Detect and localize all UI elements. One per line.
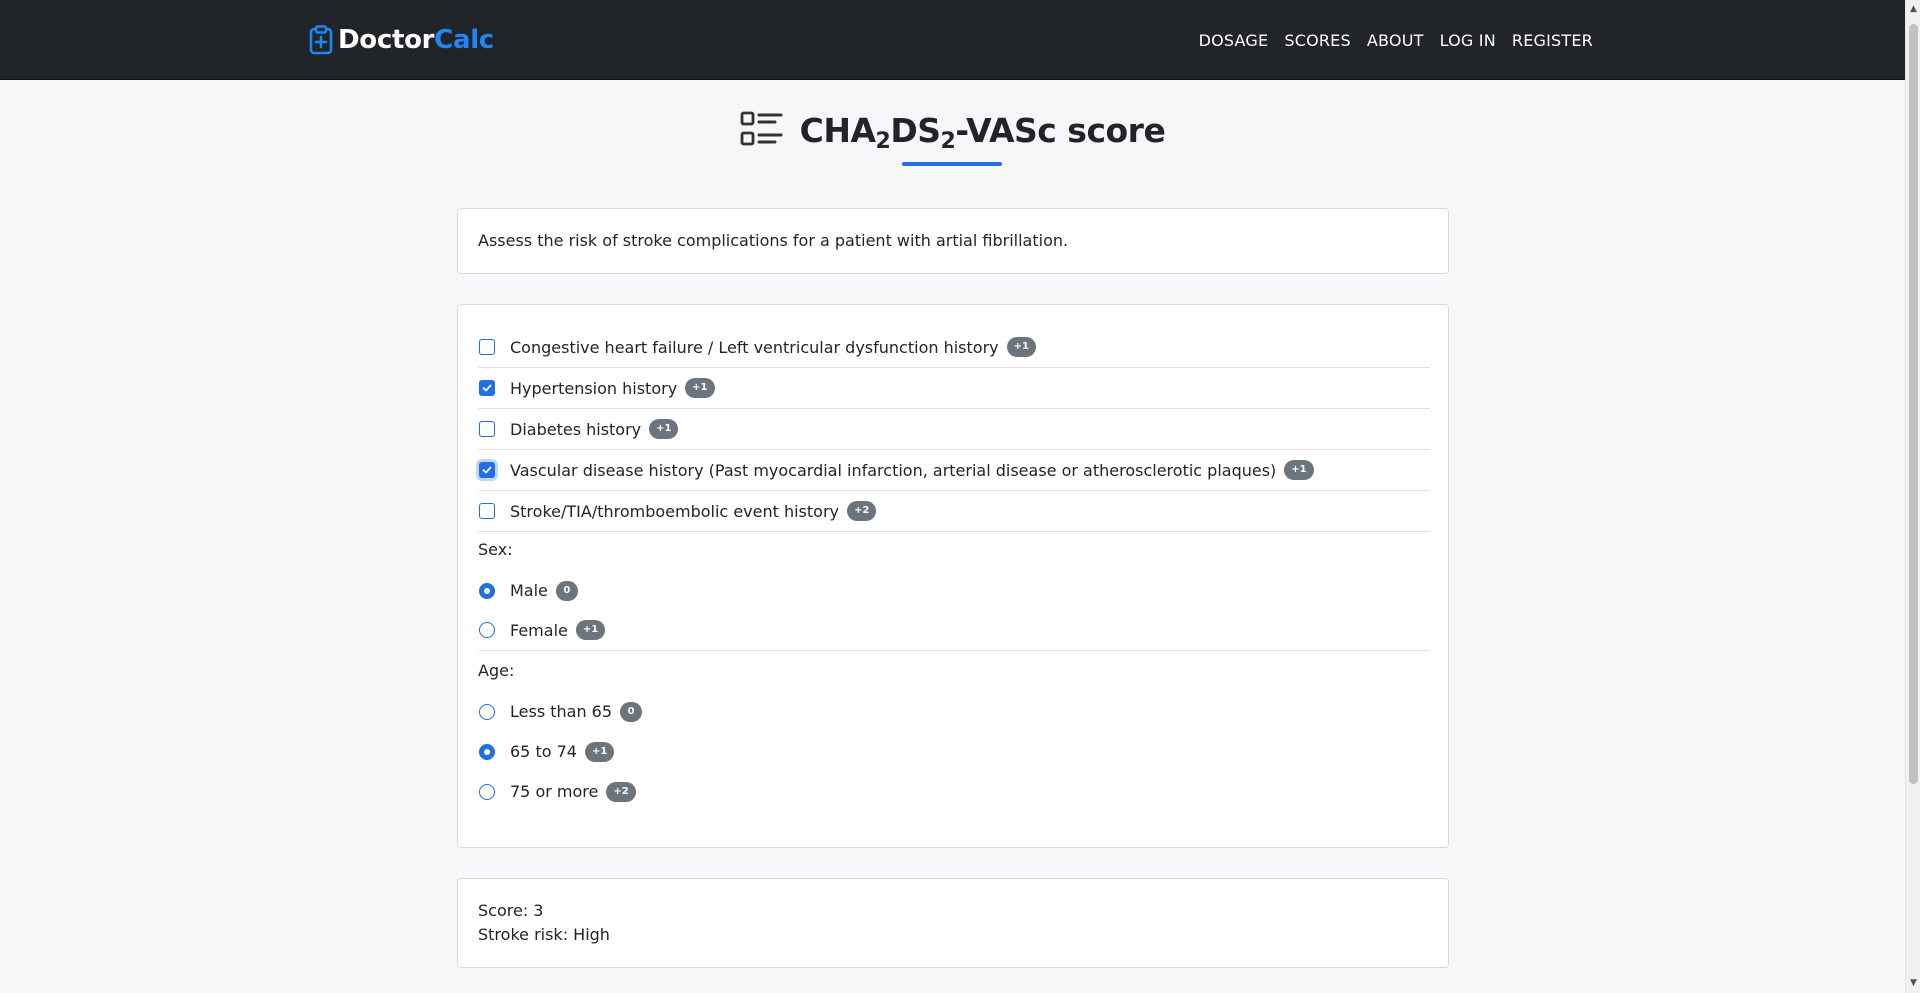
criterion-label[interactable]: Congestive heart failure / Left ventricu… bbox=[510, 338, 999, 357]
points-badge: +1 bbox=[685, 378, 715, 398]
page-title-wrap: CHA2DS2-VASc score bbox=[0, 110, 1905, 154]
result-card: Score: 3 Stroke risk: High bbox=[457, 878, 1449, 968]
criterion-chf[interactable]: Congestive heart failure / Left ventricu… bbox=[478, 327, 1430, 368]
scroll-down-arrow-icon[interactable]: ▼ bbox=[1906, 976, 1920, 991]
radio-male[interactable] bbox=[479, 582, 495, 599]
nav-links: DOSAGE SCORES ABOUT LOG IN REGISTER bbox=[1199, 0, 1593, 80]
criterion-label[interactable]: Diabetes history bbox=[510, 420, 641, 439]
description-text: Assess the risk of stroke complications … bbox=[478, 231, 1069, 250]
radio-age-65-to-74[interactable] bbox=[479, 743, 495, 760]
vertical-scrollbar[interactable]: ▲ ▼ bbox=[1905, 0, 1920, 993]
age-option-75-or-more[interactable]: 75 or more +2 bbox=[478, 771, 1430, 812]
points-badge: 0 bbox=[620, 701, 643, 722]
page-title: CHA2DS2-VASc score bbox=[799, 110, 1166, 154]
brand-name-primary: Doctor bbox=[338, 25, 435, 55]
checkbox-chf[interactable] bbox=[479, 339, 495, 355]
check-icon bbox=[482, 466, 492, 474]
sex-option-male[interactable]: Male 0 bbox=[478, 570, 1430, 611]
checkbox-vascular[interactable] bbox=[479, 462, 495, 478]
option-label[interactable]: Female bbox=[510, 621, 568, 640]
points-badge: +1 bbox=[1006, 337, 1036, 357]
nav-link-about[interactable]: ABOUT bbox=[1367, 31, 1424, 50]
score-value: Score: 3 bbox=[478, 901, 544, 920]
checkbox-stroke[interactable] bbox=[479, 503, 495, 519]
check-icon bbox=[482, 384, 492, 392]
points-badge: +1 bbox=[575, 620, 606, 640]
checkbox-hypertension[interactable] bbox=[479, 380, 495, 396]
list-checks-icon bbox=[740, 111, 783, 146]
nav-link-register[interactable]: REGISTER bbox=[1512, 31, 1593, 50]
criterion-hypertension[interactable]: Hypertension history +1 bbox=[478, 368, 1430, 409]
criterion-label[interactable]: Vascular disease history (Past myocardia… bbox=[510, 461, 1276, 480]
description-card: Assess the risk of stroke complications … bbox=[457, 208, 1449, 274]
criterion-label[interactable]: Hypertension history bbox=[510, 379, 677, 398]
age-option-65-to-74[interactable]: 65 to 74 +1 bbox=[478, 731, 1430, 772]
criterion-stroke[interactable]: Stroke/TIA/thromboembolic event history … bbox=[478, 491, 1430, 532]
checkbox-diabetes[interactable] bbox=[479, 421, 495, 437]
nav-link-login[interactable]: LOG IN bbox=[1440, 31, 1496, 50]
navbar: Doctor Calc DOSAGE SCORES ABOUT LOG IN RE… bbox=[0, 0, 1905, 80]
criterion-vascular[interactable]: Vascular disease history (Past myocardia… bbox=[478, 450, 1430, 491]
title-underline bbox=[902, 162, 1002, 166]
sex-group-label: Sex: bbox=[478, 540, 513, 559]
option-label[interactable]: 65 to 74 bbox=[510, 742, 577, 761]
radio-female[interactable] bbox=[479, 622, 495, 638]
points-badge: +1 bbox=[584, 741, 615, 762]
stroke-risk-value: Stroke risk: High bbox=[478, 925, 610, 944]
points-badge: +1 bbox=[1284, 460, 1314, 480]
option-label[interactable]: Less than 65 bbox=[510, 702, 612, 721]
points-badge: 0 bbox=[555, 580, 578, 601]
clipboard-icon bbox=[309, 25, 333, 55]
points-badge: +1 bbox=[649, 419, 679, 439]
option-label[interactable]: 75 or more bbox=[510, 782, 598, 801]
brand-name-accent: Calc bbox=[434, 25, 494, 55]
criterion-label[interactable]: Stroke/TIA/thromboembolic event history bbox=[510, 502, 839, 521]
age-group-label: Age: bbox=[478, 661, 515, 680]
nav-link-scores[interactable]: SCORES bbox=[1284, 31, 1351, 50]
scrollbar-thumb[interactable] bbox=[1909, 24, 1918, 784]
criterion-diabetes[interactable]: Diabetes history +1 bbox=[478, 409, 1430, 450]
age-option-less-than-65[interactable]: Less than 65 0 bbox=[478, 691, 1430, 732]
nav-link-dosage[interactable]: DOSAGE bbox=[1199, 31, 1269, 50]
score-form-card: Congestive heart failure / Left ventricu… bbox=[457, 304, 1449, 848]
sex-option-female[interactable]: Female +1 bbox=[478, 610, 1430, 651]
radio-age-75-or-more[interactable] bbox=[479, 783, 495, 800]
option-label[interactable]: Male bbox=[510, 581, 548, 600]
radio-age-less-than-65[interactable] bbox=[479, 703, 495, 720]
scroll-up-arrow-icon[interactable]: ▲ bbox=[1906, 2, 1920, 17]
points-badge: +2 bbox=[847, 501, 877, 521]
points-badge: +2 bbox=[606, 781, 636, 802]
brand-logo[interactable]: Doctor Calc bbox=[308, 24, 494, 56]
